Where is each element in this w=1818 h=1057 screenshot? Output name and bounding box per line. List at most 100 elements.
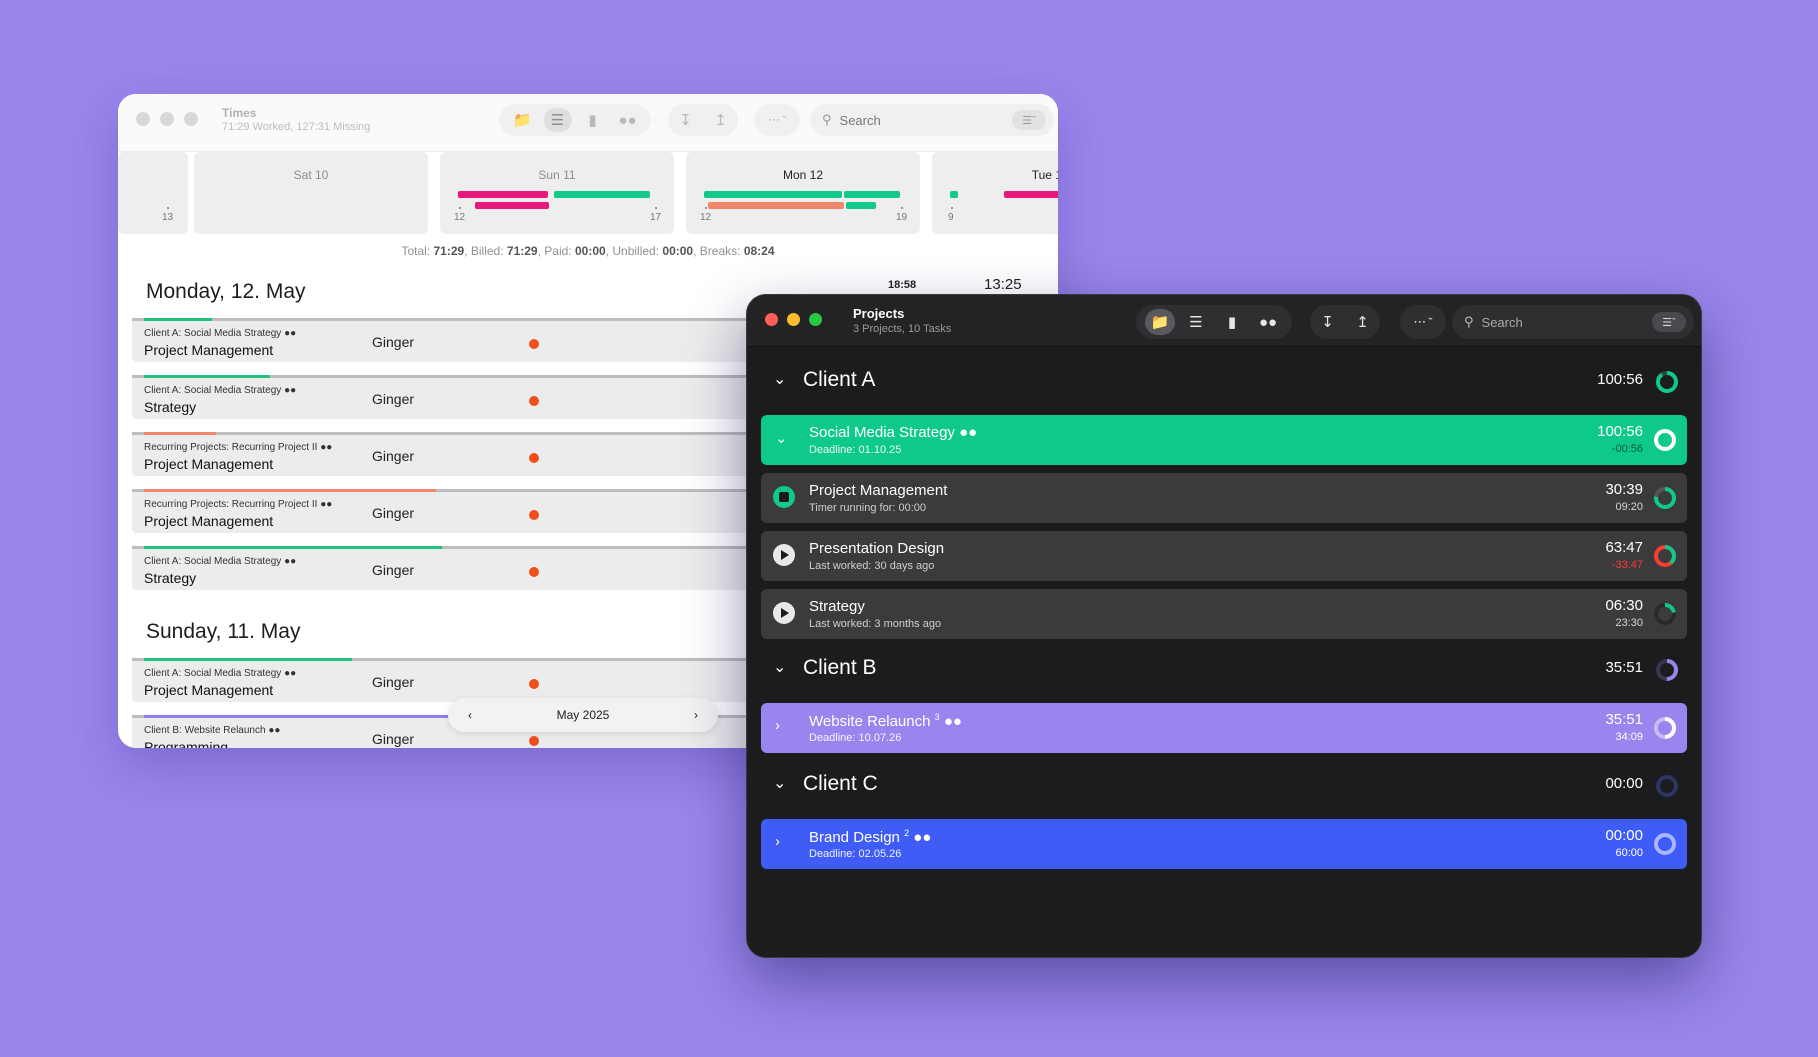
- zoom-window-button[interactable]: [809, 313, 822, 326]
- status-dot-icon: [529, 567, 539, 577]
- people-icon: ●●: [284, 556, 297, 567]
- progress-ring-icon: [1654, 833, 1676, 855]
- project-time: 100:56: [1597, 423, 1643, 440]
- time-entry-row[interactable]: Client A: Social Media Strategy ●● Projec…: [132, 318, 832, 362]
- zoom-window-button[interactable]: [184, 112, 198, 126]
- folder-icon[interactable]: 📁: [509, 108, 537, 132]
- entry-person: Ginger: [372, 448, 415, 464]
- minimize-window-button[interactable]: [787, 313, 800, 326]
- month-label[interactable]: May 2025: [557, 708, 610, 722]
- client-time: 00:00: [1605, 775, 1643, 792]
- entry-divider: [132, 318, 832, 321]
- import-icon[interactable]: ↧: [1321, 313, 1334, 331]
- window-controls[interactable]: [765, 313, 822, 326]
- stop-timer-button[interactable]: [773, 486, 795, 508]
- time-entry-row[interactable]: Client A: Social Media Strategy ●● Strate…: [132, 546, 832, 590]
- time-entry-row[interactable]: Recurring Projects: Recurring Project II…: [132, 489, 832, 533]
- project-diff: -00:56: [1611, 443, 1643, 455]
- progress-ring-icon: [1654, 545, 1676, 567]
- project-time: 00:00: [1605, 827, 1643, 844]
- list-icon[interactable]: ☰: [1181, 309, 1211, 335]
- project-row-brand-design[interactable]: › Brand Design 2 ●● Deadline: 02.05.26 0…: [761, 819, 1687, 869]
- day-card[interactable]: Mon 12 12 19: [686, 152, 920, 234]
- share-icon[interactable]: ↥: [1356, 313, 1369, 331]
- import-icon[interactable]: ↧: [679, 111, 692, 129]
- people-icon[interactable]: ●●: [614, 108, 642, 132]
- task-row[interactable]: Strategy Last worked: 3 months ago 06:30…: [761, 589, 1687, 639]
- tick-dot: [459, 207, 461, 209]
- entry-context: Client A: Social Media Strategy ●●: [144, 556, 297, 567]
- people-icon: ●●: [320, 442, 333, 453]
- chevron-down-icon[interactable]: ⌄: [773, 657, 786, 677]
- more-icon: ⋯: [767, 112, 781, 127]
- tick-label: 12: [700, 212, 712, 223]
- filter-icon[interactable]: ☰ˇ: [1012, 110, 1046, 130]
- tick-dot: [655, 207, 657, 209]
- month-navigator: ‹ May 2025 ›: [448, 698, 718, 732]
- task-name: Presentation Design: [809, 540, 945, 557]
- project-row-website-relaunch[interactable]: › Website Relaunch 3 ●● Deadline: 10.07.…: [761, 703, 1687, 753]
- list-icon[interactable]: ☰: [543, 108, 572, 132]
- filter-icon[interactable]: ☰ˇ: [1652, 312, 1686, 332]
- chevron-right-icon[interactable]: ›: [694, 708, 698, 722]
- window-controls[interactable]: [136, 112, 198, 126]
- project-name: Website Relaunch 3 ●●: [809, 712, 962, 730]
- play-timer-button[interactable]: [773, 602, 795, 624]
- tick-dot: [901, 207, 903, 209]
- minimize-window-button[interactable]: [160, 112, 174, 126]
- chevron-down-icon[interactable]: ⌄: [773, 369, 786, 389]
- folder-icon[interactable]: 📁: [1145, 309, 1175, 335]
- bar-chart-icon[interactable]: ▮: [1217, 309, 1247, 335]
- day-card[interactable]: 13: [118, 152, 188, 234]
- people-icon: ●●: [284, 668, 297, 679]
- day-name: Sat 10: [293, 168, 329, 182]
- progress-ring-icon: [1656, 659, 1678, 681]
- status-dot-icon: [529, 736, 539, 746]
- share-icon[interactable]: ↥: [714, 111, 727, 129]
- day-end-time: 18:58: [888, 279, 917, 291]
- more-menu-button[interactable]: ⋯ ˇ: [754, 104, 800, 136]
- progress-ring-icon: [1654, 429, 1676, 451]
- bar-chart-icon[interactable]: ▮: [579, 108, 607, 132]
- day-card[interactable]: Tue 1 9: [932, 152, 1058, 234]
- client-row-b[interactable]: ⌄ Client B 35:51: [761, 649, 1687, 689]
- search-placeholder: Search: [839, 112, 881, 128]
- status-dot-icon: [529, 339, 539, 349]
- project-deadline: Deadline: 02.05.26: [809, 848, 902, 860]
- project-row-social-media-strategy[interactable]: ⌄ Social Media Strategy ●● Deadline: 01.…: [761, 415, 1687, 465]
- entry-color-bar: [144, 375, 270, 378]
- task-name: Project Management: [809, 482, 948, 499]
- client-row-c[interactable]: ⌄ Client C 00:00: [761, 765, 1687, 805]
- play-timer-button[interactable]: [773, 544, 795, 566]
- task-row[interactable]: Presentation Design Last worked: 30 days…: [761, 531, 1687, 581]
- day-card[interactable]: Sat 10: [194, 152, 428, 234]
- chevron-down-icon[interactable]: ⌄: [775, 429, 788, 447]
- time-bar: [1004, 191, 1058, 198]
- search-field[interactable]: ⚲ Search ☰ˇ: [1452, 305, 1694, 339]
- day-card[interactable]: Sun 11 12 17: [440, 152, 674, 234]
- chevron-down-icon[interactable]: ⌄: [773, 773, 786, 793]
- chevron-right-icon[interactable]: ›: [775, 833, 780, 850]
- client-row-a[interactable]: ⌄ Client A 100:56: [761, 361, 1687, 401]
- more-menu-button[interactable]: ⋯ ˇ: [1400, 305, 1446, 339]
- project-deadline: Deadline: 10.07.26: [809, 732, 902, 744]
- chevron-left-icon[interactable]: ‹: [468, 708, 472, 722]
- entry-person: Ginger: [372, 505, 415, 521]
- time-bar: [475, 202, 549, 209]
- day-name: Sun 11: [538, 168, 576, 182]
- time-entry-row[interactable]: Client A: Social Media Strategy ●● Strate…: [132, 375, 832, 419]
- people-icon[interactable]: ●●: [1253, 309, 1283, 335]
- entry-task: Project Management: [144, 682, 274, 698]
- window-title: Times: [222, 106, 257, 120]
- close-window-button[interactable]: [136, 112, 150, 126]
- close-window-button[interactable]: [765, 313, 778, 326]
- time-bar: [950, 191, 958, 198]
- time-entry-row[interactable]: Recurring Projects: Recurring Project II…: [132, 432, 832, 476]
- time-entry-row[interactable]: Client A: Social Media Strategy ●● Projec…: [132, 658, 832, 702]
- task-row[interactable]: Project Management Timer running for: 00…: [761, 473, 1687, 523]
- search-field[interactable]: ⚲ Search ☰ˇ: [810, 104, 1054, 136]
- chevron-right-icon[interactable]: ›: [775, 717, 780, 734]
- people-icon: ●●: [320, 499, 333, 510]
- status-dot-icon: [529, 396, 539, 406]
- client-name: Client C: [803, 772, 878, 795]
